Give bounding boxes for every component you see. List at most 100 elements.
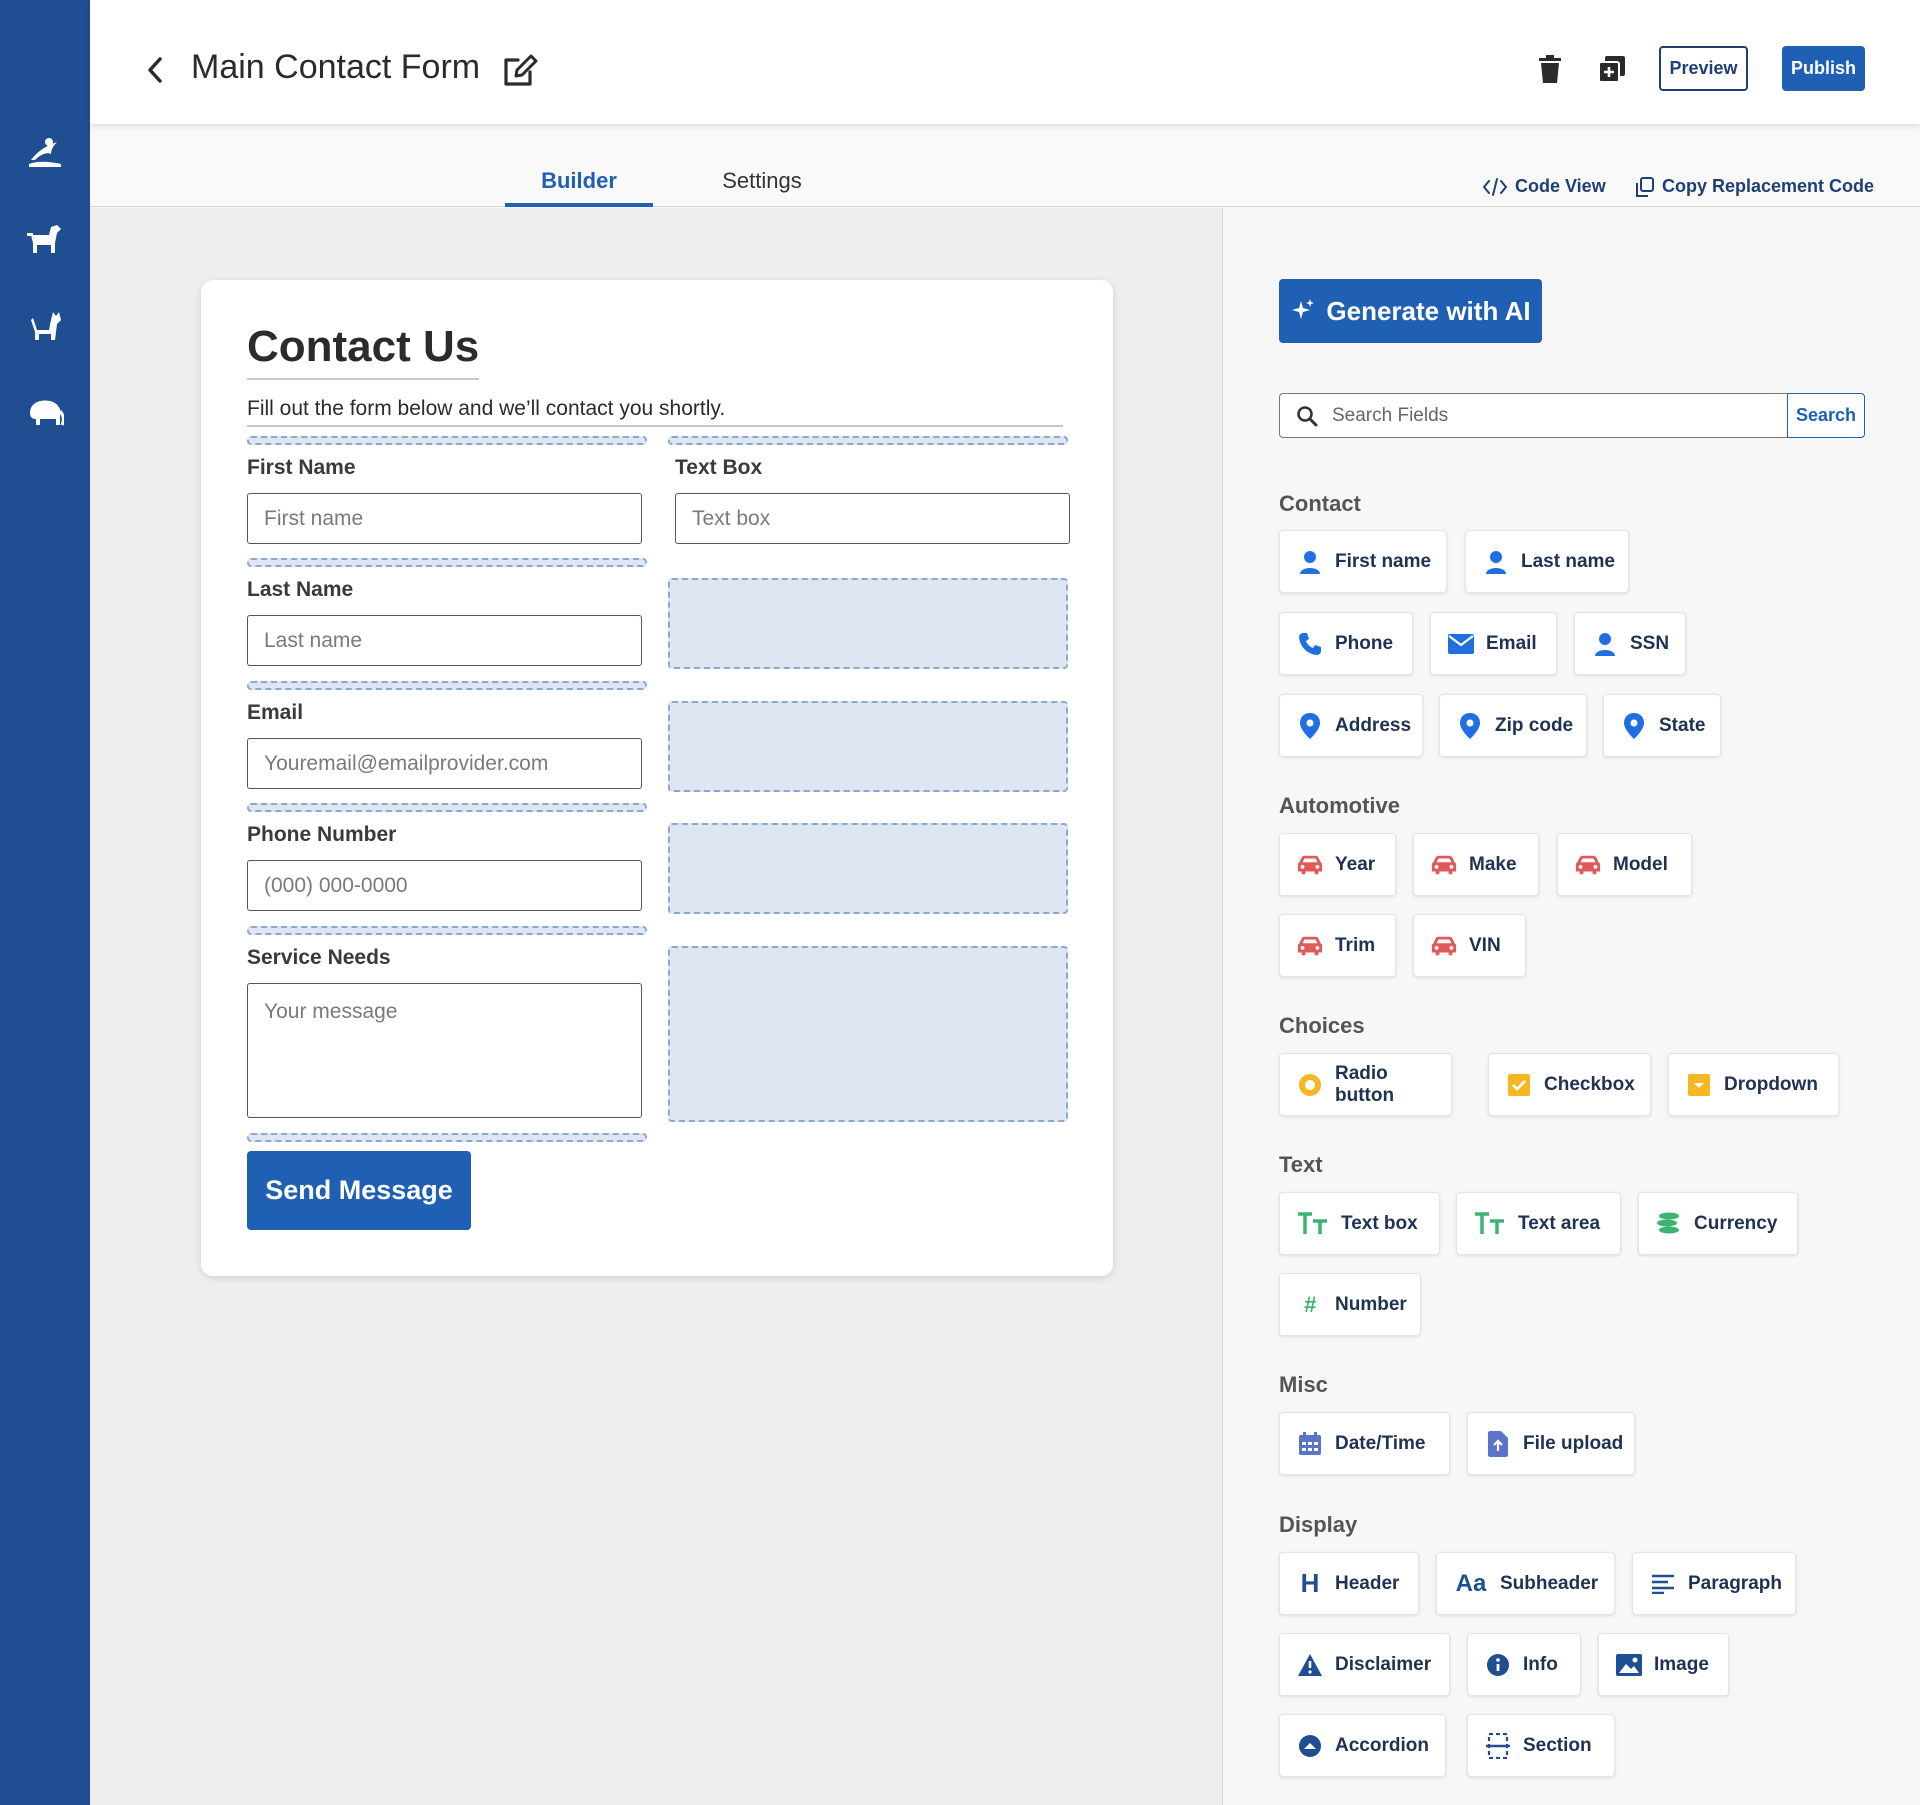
- field-chip-paragraph[interactable]: Paragraph: [1632, 1552, 1796, 1615]
- field-chip-zip-code[interactable]: Zip code: [1439, 694, 1587, 757]
- chip-label: Text area: [1518, 1212, 1601, 1234]
- field-chip-radio-button[interactable]: Radio button: [1279, 1053, 1452, 1116]
- car-icon: [1431, 933, 1457, 959]
- tab-bar: Builder Settings Code View Copy Replacem…: [90, 124, 1920, 207]
- email-label: Email: [247, 701, 304, 724]
- back-arrow-icon[interactable]: [140, 50, 170, 90]
- field-chip-subheader[interactable]: Aa Subheader: [1436, 1552, 1615, 1615]
- field-chip-date-time[interactable]: Date/Time: [1279, 1412, 1450, 1475]
- field-chip-header[interactable]: H Header: [1279, 1552, 1419, 1615]
- empty-drop-zone[interactable]: [668, 823, 1068, 914]
- last-name-input[interactable]: Last name: [247, 615, 642, 666]
- sparkle-icon: [1292, 299, 1315, 319]
- publish-button[interactable]: Publish: [1782, 46, 1865, 91]
- chip-label: Year: [1335, 853, 1376, 875]
- field-chip-image[interactable]: Image: [1598, 1633, 1729, 1696]
- field-chip-file-upload[interactable]: File upload: [1467, 1412, 1635, 1475]
- drop-zone[interactable]: [247, 803, 647, 812]
- field-chip-dropdown[interactable]: Dropdown: [1668, 1053, 1839, 1116]
- drop-zone[interactable]: [668, 436, 1068, 445]
- field-chip-model[interactable]: Model: [1557, 833, 1692, 896]
- field-chip-currency[interactable]: Currency: [1638, 1192, 1798, 1255]
- first-name-input[interactable]: First name: [247, 493, 642, 544]
- chip-label: Phone: [1335, 632, 1394, 654]
- trash-icon[interactable]: [1533, 52, 1567, 86]
- cat-icon[interactable]: [25, 305, 65, 345]
- field-chip-email[interactable]: Email: [1430, 612, 1557, 675]
- empty-drop-zone[interactable]: [668, 578, 1068, 669]
- field-chip-accordion[interactable]: Accordion: [1279, 1714, 1446, 1777]
- field-chip-ssn[interactable]: SSN: [1574, 612, 1686, 675]
- form-description[interactable]: Fill out the form below and we’ll contac…: [247, 397, 1063, 427]
- surf-icon[interactable]: [25, 131, 65, 171]
- empty-drop-zone[interactable]: [668, 946, 1068, 1122]
- tab-builder[interactable]: Builder: [505, 168, 653, 207]
- form-title[interactable]: Contact Us: [247, 322, 480, 380]
- field-chip-phone[interactable]: Phone: [1279, 612, 1413, 675]
- location-pin-icon: [1621, 712, 1647, 739]
- chip-label: Date/Time: [1335, 1432, 1426, 1454]
- drop-zone[interactable]: [247, 558, 647, 567]
- phone-label: Phone Number: [247, 823, 397, 846]
- duplicate-icon[interactable]: [1595, 52, 1629, 86]
- drop-zone[interactable]: [247, 436, 647, 445]
- chip-label: Header: [1335, 1572, 1400, 1594]
- field-chip-section[interactable]: Section: [1467, 1714, 1615, 1777]
- tab-settings[interactable]: Settings: [702, 168, 822, 194]
- code-view-link[interactable]: Code View: [1483, 176, 1606, 197]
- search-fields-input[interactable]: [1332, 404, 1752, 427]
- field-chip-first-name[interactable]: First name: [1279, 530, 1447, 593]
- section-icon: [1485, 1732, 1511, 1759]
- chip-label: Disclaimer: [1335, 1653, 1432, 1675]
- chip-label: Image: [1654, 1653, 1709, 1675]
- copy-replacement-code-link[interactable]: Copy Replacement Code: [1636, 176, 1874, 197]
- form-card: Contact Us Fill out the form below and w…: [201, 280, 1113, 1276]
- text-box-input[interactable]: Text box: [675, 493, 1070, 544]
- chip-label: Section: [1523, 1734, 1592, 1756]
- chip-label: Info: [1523, 1653, 1558, 1675]
- section-title-misc: Misc: [1279, 1372, 1328, 1397]
- field-chip-address[interactable]: Address: [1279, 694, 1423, 757]
- field-chip-make[interactable]: Make: [1413, 833, 1539, 896]
- car-icon: [1575, 852, 1601, 878]
- chip-label: Trim: [1335, 934, 1376, 956]
- phone-input[interactable]: (000) 000-0000: [247, 860, 642, 911]
- drop-zone[interactable]: [247, 926, 647, 935]
- chip-label: State: [1659, 714, 1706, 736]
- field-chip-state[interactable]: State: [1603, 694, 1721, 757]
- search-button[interactable]: Search: [1787, 393, 1865, 438]
- field-chip-text-area[interactable]: Text area: [1456, 1192, 1621, 1255]
- field-chip-checkbox[interactable]: Checkbox: [1488, 1053, 1651, 1116]
- chip-label: Radio button: [1335, 1062, 1395, 1106]
- drop-zone[interactable]: [247, 1133, 647, 1142]
- send-message-button[interactable]: Send Message: [247, 1151, 471, 1230]
- location-pin-icon: [1297, 712, 1323, 739]
- preview-button[interactable]: Preview: [1659, 46, 1748, 91]
- checkbox-icon: [1506, 1072, 1532, 1098]
- person-icon: [1592, 631, 1618, 657]
- email-input[interactable]: Youremail@emailprovider.com: [247, 738, 642, 789]
- elephant-icon[interactable]: [25, 392, 65, 432]
- copy-code-label: Copy Replacement Code: [1662, 176, 1875, 196]
- field-chip-trim[interactable]: Trim: [1279, 914, 1396, 977]
- section-title-display: Display: [1279, 1512, 1358, 1537]
- field-chip-vin[interactable]: VIN: [1413, 914, 1526, 977]
- dog-icon[interactable]: [25, 218, 65, 258]
- field-chip-number[interactable]: # Number: [1279, 1273, 1421, 1336]
- field-chip-year[interactable]: Year: [1279, 833, 1396, 896]
- car-icon: [1297, 852, 1323, 878]
- empty-drop-zone[interactable]: [668, 701, 1068, 792]
- field-chip-text-box[interactable]: Text box: [1279, 1192, 1440, 1255]
- page-title: Main Contact Form: [191, 48, 481, 86]
- last-name-label: Last Name: [247, 578, 354, 601]
- service-needs-textarea[interactable]: Your message: [247, 983, 642, 1118]
- field-chip-info[interactable]: Info: [1467, 1633, 1581, 1696]
- edit-title-icon[interactable]: [500, 50, 540, 90]
- field-chip-last-name[interactable]: Last name: [1465, 530, 1629, 593]
- text-format-icon: [1474, 1211, 1506, 1237]
- field-chip-disclaimer[interactable]: Disclaimer: [1279, 1633, 1450, 1696]
- generate-with-ai-button[interactable]: Generate with AI: [1279, 279, 1542, 343]
- generate-ai-label: Generate with AI: [1326, 295, 1531, 326]
- drop-zone[interactable]: [247, 681, 647, 690]
- copy-icon: [1636, 176, 1654, 197]
